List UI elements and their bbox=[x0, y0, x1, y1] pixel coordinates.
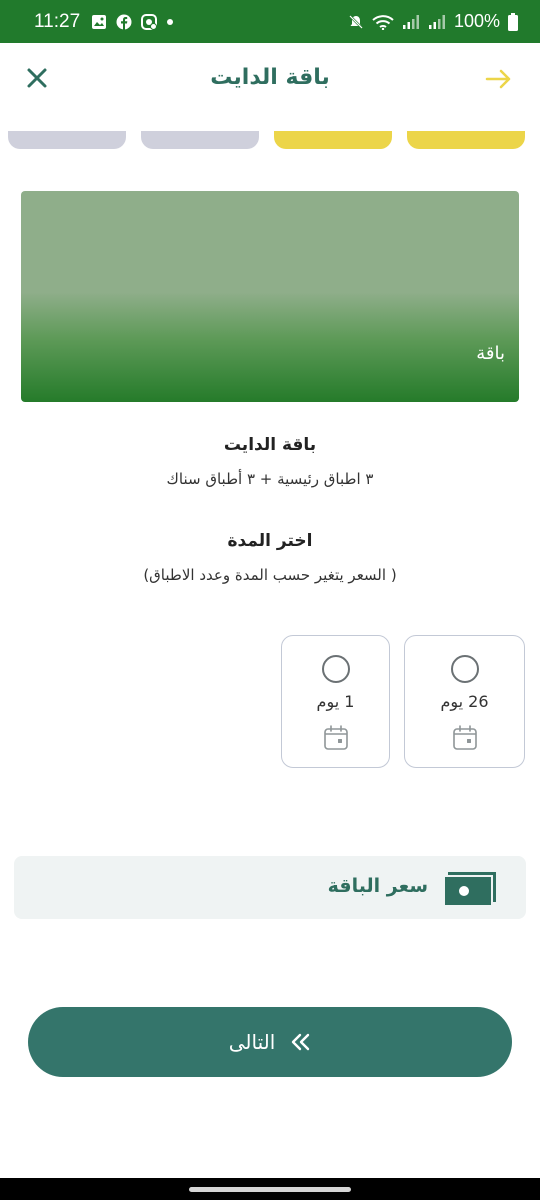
signal-icon bbox=[402, 14, 419, 29]
app-header: باقة الدايت bbox=[0, 43, 540, 119]
status-bar: 11:27 100% bbox=[0, 0, 540, 43]
next-button-label: التالى bbox=[228, 1030, 276, 1054]
progress-segment-1 bbox=[407, 131, 525, 149]
arrow-right-icon[interactable] bbox=[484, 65, 514, 93]
calendar-icon bbox=[453, 725, 477, 750]
wifi-icon bbox=[372, 14, 394, 30]
signal-icon-2 bbox=[428, 14, 445, 29]
progress-segment-4 bbox=[8, 131, 126, 149]
price-label: سعر الباقة bbox=[327, 875, 428, 897]
duration-option-label: 26 يوم bbox=[440, 692, 489, 711]
duration-note: ( السعر يتغير حسب المدة وعدد الاطباق) bbox=[143, 566, 397, 584]
mute-icon bbox=[349, 14, 363, 29]
next-button[interactable]: التالى bbox=[28, 1007, 512, 1077]
radio-button[interactable] bbox=[451, 655, 479, 683]
package-description: ٣ اطباق رئيسية + ٣ أطباق سناك bbox=[166, 470, 374, 488]
duration-option-label: 1 يوم bbox=[316, 692, 355, 711]
battery-percent: 100% bbox=[453, 11, 500, 31]
home-gesture-handle[interactable] bbox=[189, 1187, 351, 1192]
step-progress bbox=[8, 128, 526, 150]
duration-option-26-days[interactable]: 26 يوم bbox=[404, 635, 525, 768]
dot-icon bbox=[167, 18, 174, 25]
price-box: سعر الباقة bbox=[14, 856, 526, 919]
package-banner: باقة bbox=[21, 191, 519, 402]
facebook-icon bbox=[116, 14, 132, 30]
app-notification-icon bbox=[141, 13, 158, 30]
duration-option-1-day[interactable]: 1 يوم bbox=[281, 635, 390, 768]
battery-icon bbox=[508, 12, 518, 31]
banner-label: باقة bbox=[476, 343, 505, 364]
page-title: باقة الدايت bbox=[210, 65, 330, 90]
money-icon bbox=[443, 872, 496, 906]
radio-button[interactable] bbox=[322, 655, 350, 683]
status-time: 11:27 bbox=[34, 10, 81, 32]
double-chevron-left-icon bbox=[292, 1033, 310, 1051]
status-left: 11:27 bbox=[34, 11, 174, 33]
duration-title: اختر المدة bbox=[227, 531, 313, 551]
status-right: 100% bbox=[348, 11, 518, 32]
gallery-icon bbox=[92, 14, 107, 29]
system-nav-bar bbox=[0, 1178, 540, 1200]
calendar-icon bbox=[324, 725, 348, 750]
package-title: باقة الدايت bbox=[223, 435, 317, 455]
progress-segment-2 bbox=[274, 131, 392, 149]
progress-segment-3 bbox=[141, 131, 259, 149]
